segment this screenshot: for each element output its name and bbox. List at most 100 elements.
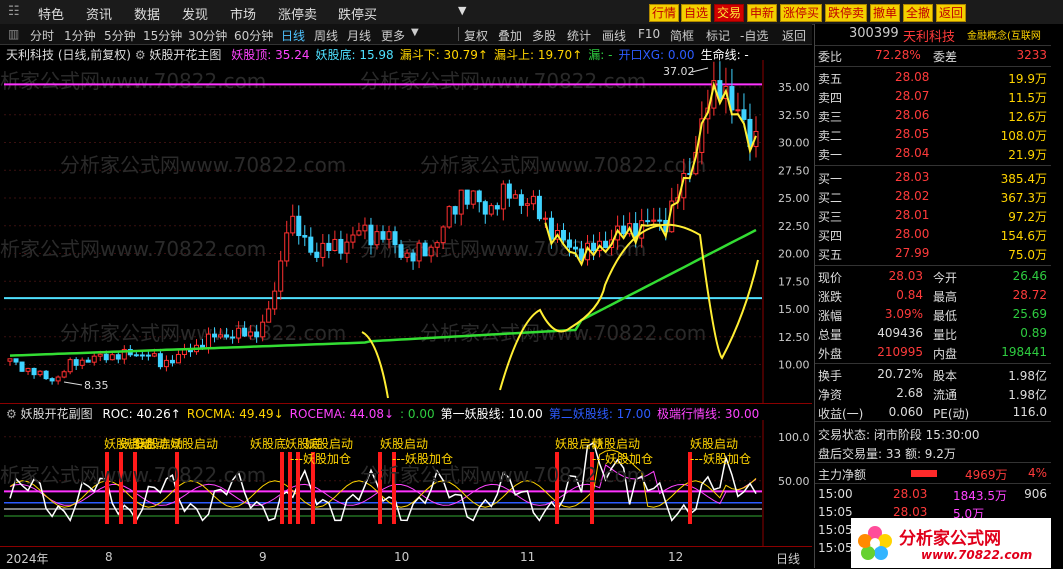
back-button[interactable]: 返回 <box>936 4 967 22</box>
cancel-all-button[interactable]: 全撤 <box>903 4 934 22</box>
watermark: 分析家公式网www.70822.com <box>0 69 266 93</box>
candle-body <box>97 353 103 357</box>
tool-back[interactable]: 返回 <box>782 27 806 44</box>
trade-button[interactable]: 交易 <box>714 4 745 22</box>
netflow-value: 4969万 <box>965 468 1008 482</box>
tool-adjust[interactable]: 复权 <box>464 27 488 44</box>
ask-1-row[interactable]: 卖四 28.07 11.5万 <box>815 87 1051 106</box>
tick-time: 15:05 <box>818 505 853 519</box>
menu-item-0[interactable]: 特色 <box>38 4 64 23</box>
ask-3-row[interactable]: 卖二 28.05 108.0万 <box>815 125 1051 144</box>
ask-0-price: 28.08 <box>895 70 930 84</box>
grid-menu-icon[interactable]: ☷ <box>8 4 20 19</box>
date-sep: 9 <box>259 550 267 564</box>
stat-value: 198441 <box>1001 345 1047 359</box>
price-chart[interactable]: 35.00 32.50 30.00 27.50 25.00 22.50 20.00 17.50… <box>0 60 812 403</box>
candle-body <box>67 359 73 373</box>
candle-body <box>591 242 597 252</box>
ask-4-row[interactable]: 卖一 28.04 21.9万 <box>815 144 1051 163</box>
limit-down-sell-button[interactable]: 跌停卖 <box>825 4 868 22</box>
stat-label: 总量 <box>818 328 843 342</box>
bid-2-row[interactable]: 买三 28.01 97.2万 <box>815 206 1051 225</box>
ipo-button[interactable]: 申新 <box>747 4 778 22</box>
stat-label: PE(动) <box>933 407 970 421</box>
stat-label: 最低 <box>933 309 958 323</box>
bid-4-label: 买五 <box>818 248 843 262</box>
more-chevron-icon[interactable]: ▼ <box>411 27 419 38</box>
period-daily[interactable]: 日线 <box>281 27 305 44</box>
menu-item-4[interactable]: 市场 <box>230 4 256 23</box>
price-tick-label: 17.50 <box>778 275 810 288</box>
period-5min[interactable]: 5分钟 <box>104 27 136 44</box>
candle-body <box>500 183 506 210</box>
signal-label: 妖股底 <box>250 436 286 451</box>
watchlist-button[interactable]: 自选 <box>681 4 712 22</box>
stock-concept[interactable]: 金融概念(互联网 <box>967 27 1051 42</box>
dropdown-icon[interactable]: ▼ <box>458 4 466 17</box>
signal-add-label: ---妖股加仓 <box>290 452 351 466</box>
tool-f10[interactable]: F10 <box>638 27 660 41</box>
sub-indicator-name[interactable]: 妖股开花副图 <box>21 407 93 421</box>
stat-value: 116.0 <box>1012 405 1047 419</box>
candle-body <box>139 354 145 357</box>
period-15min[interactable]: 15分钟 <box>143 27 182 44</box>
candle-body <box>25 367 31 372</box>
candle-body <box>115 354 121 360</box>
bid-3-row[interactable]: 买四 28.00 154.6万 <box>815 225 1051 244</box>
stat-label: 涨幅 <box>818 309 843 323</box>
sub-settings-icon[interactable]: ⚙ <box>6 407 17 421</box>
period-more[interactable]: 更多 <box>381 27 405 44</box>
bid-4-row[interactable]: 买五 27.99 75.0万 <box>815 244 1051 263</box>
menu-item-6[interactable]: 跌停买 <box>338 4 377 23</box>
candle-body <box>392 231 398 246</box>
menu-item-3[interactable]: 发现 <box>182 4 208 23</box>
ask-4-price: 28.04 <box>895 146 930 160</box>
bid-0-volume: 385.4万 <box>1000 172 1047 186</box>
sub-indicator-values: ROC: 40.26↑ ROCMA: 49.49↓ ROCEMA: 44.08↓: … <box>96 407 759 421</box>
candle-body <box>145 354 151 357</box>
ask-2-volume: 12.6万 <box>1008 110 1047 124</box>
candle-body <box>362 224 368 232</box>
watermark: 分析家公式网www.70822.com <box>0 463 266 487</box>
weicha-label: 委差 <box>933 50 958 64</box>
period-60min[interactable]: 60分钟 <box>234 27 273 44</box>
flower-logo-icon <box>858 526 892 560</box>
candle-body <box>536 195 542 220</box>
tool-overlay[interactable]: 叠加 <box>498 27 522 44</box>
period-monthly[interactable]: 月线 <box>347 27 371 44</box>
tick-amount: 1843.5万 <box>953 489 1007 503</box>
period-weekly[interactable]: 周线 <box>314 27 338 44</box>
candle-body <box>560 229 566 241</box>
quote-button[interactable]: 行情 <box>649 4 680 22</box>
date-axis: 2024年 8 9 10 11 12 日线 <box>0 546 812 569</box>
tool-draw[interactable]: 画线 <box>602 27 626 44</box>
logo-url: www.70822.com <box>921 548 1033 562</box>
stat-label: 换手 <box>818 369 843 383</box>
ask-2-row[interactable]: 卖三 28.06 12.6万 <box>815 106 1051 125</box>
tool-multi[interactable]: 多股 <box>532 27 556 44</box>
tool-stats[interactable]: 统计 <box>567 27 591 44</box>
candle-body <box>338 238 344 254</box>
limit-up-buy-button[interactable]: 涨停买 <box>780 4 823 22</box>
menu-item-1[interactable]: 资讯 <box>86 4 112 23</box>
bid-0-row[interactable]: 买一 28.03 385.4万 <box>815 168 1051 187</box>
tool-frame[interactable]: 简框 <box>670 27 694 44</box>
watermark: 分析家公式网www.70822.com <box>360 69 646 93</box>
indicator-chart[interactable]: 100.050.00妖股启动妖股启动妖股启动妖股启动 妖股底妖股底妖股启动 妖股启动… <box>0 420 812 548</box>
weibi-label: 委比 <box>818 50 843 64</box>
candle-body <box>79 359 85 366</box>
menu-item-2[interactable]: 数据 <box>134 4 160 23</box>
ask-0-row[interactable]: 卖五 28.08 19.9万 <box>815 68 1051 87</box>
menu-item-5[interactable]: 涨停卖 <box>278 4 317 23</box>
period-1min[interactable]: 1分钟 <box>64 27 96 44</box>
tool-watch[interactable]: -自选 <box>740 27 768 44</box>
candle-body <box>308 236 314 253</box>
tool-mark[interactable]: 标记 <box>706 27 730 44</box>
candle-body <box>621 225 627 235</box>
layout-icon[interactable]: ▥ <box>8 27 19 41</box>
cancel-order-button[interactable]: 撤单 <box>870 4 901 22</box>
candle-body <box>218 334 224 338</box>
period-intraday[interactable]: 分时 <box>30 27 54 44</box>
bid-1-row[interactable]: 买二 28.02 367.3万 <box>815 187 1051 206</box>
period-30min[interactable]: 30分钟 <box>188 27 227 44</box>
